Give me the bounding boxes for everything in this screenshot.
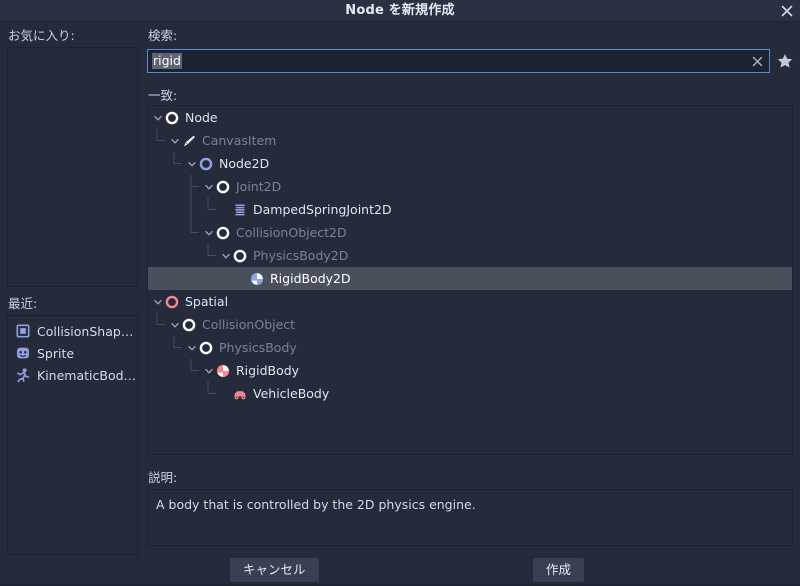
tree-item-label: VehicleBody — [253, 386, 330, 401]
list-item[interactable]: Sprite — [10, 342, 137, 364]
canvasitem-icon — [181, 133, 197, 149]
physicsbody2d-icon — [232, 248, 248, 264]
joint2d-icon — [215, 179, 231, 195]
dampedspringjoint2d-icon — [232, 202, 248, 218]
list-item-label: KinematicBody2D — [37, 367, 137, 383]
chevron-down-icon[interactable] — [203, 221, 215, 244]
tree-item[interactable]: CollisionObject2D — [148, 221, 792, 244]
chevron-down-icon[interactable] — [169, 313, 181, 336]
dialog-titlebar: Node を新規作成 — [0, 0, 800, 22]
list-item[interactable]: CollisionShape2D — [10, 320, 137, 342]
collisionobject-icon — [181, 317, 197, 333]
tree-item[interactable]: PhysicsBody2D — [148, 244, 792, 267]
tree-item-label: RigidBody2D — [270, 271, 351, 286]
description-panel: A body that is controlled by the 2D phys… — [147, 489, 793, 546]
description-label: 説明: — [148, 470, 178, 485]
tree-guide — [148, 267, 792, 290]
list-item-label: CollisionShape2D — [37, 323, 137, 339]
tree-item-label: Node — [185, 110, 218, 125]
tree-item[interactable]: RigidBody — [148, 359, 792, 382]
tree-item-label: PhysicsBody2D — [253, 248, 349, 263]
tree-item-label: Joint2D — [236, 179, 282, 194]
close-icon[interactable] — [778, 2, 796, 20]
list-item-label: Sprite — [37, 345, 75, 361]
recent-label: 最近: — [8, 296, 38, 311]
favorites-panel[interactable] — [7, 47, 138, 287]
chevron-down-icon[interactable] — [152, 106, 164, 129]
collisionshape2d-icon — [15, 323, 31, 339]
list-item[interactable]: KinematicBody2D — [10, 364, 137, 386]
collisionobject2d-icon — [215, 225, 231, 241]
cancel-button[interactable]: キャンセル — [230, 558, 319, 582]
chevron-down-icon[interactable] — [220, 244, 232, 267]
tree-item-label: CollisionObject2D — [236, 225, 347, 240]
star-icon[interactable] — [776, 52, 794, 70]
chevron-down-icon[interactable] — [186, 152, 198, 175]
tree-item[interactable]: Node2D — [148, 152, 792, 175]
spatial-icon — [164, 294, 180, 310]
node-icon — [164, 110, 180, 126]
recent-panel[interactable]: CollisionShape2D Sprite KinematicBody2D — [7, 315, 138, 555]
tree-item[interactable]: VehicleBody — [148, 382, 792, 405]
favorites-label: お気に入り: — [8, 28, 75, 43]
tree-item-label: PhysicsBody — [219, 340, 297, 355]
tree-item-label: Spatial — [185, 294, 229, 309]
tree-item-selected[interactable]: RigidBody2D — [148, 267, 792, 290]
tree-item[interactable]: CollisionObject — [148, 313, 792, 336]
tree-item-label: CollisionObject — [202, 317, 296, 332]
tree-item[interactable]: Spatial — [148, 290, 792, 313]
page-title: Node を新規作成 — [345, 3, 455, 18]
chevron-down-icon[interactable] — [203, 359, 215, 382]
search-label: 検索: — [148, 28, 178, 43]
vehiclebody-icon — [232, 386, 248, 402]
chevron-down-icon[interactable] — [186, 336, 198, 359]
tree-item[interactable]: Joint2D — [148, 175, 792, 198]
create-button[interactable]: 作成 — [533, 558, 585, 582]
matches-label: 一致: — [148, 88, 178, 103]
kinematicbody2d-icon — [15, 367, 31, 383]
tree-item-label: RigidBody — [236, 363, 300, 378]
tree-item-label: CanvasItem — [202, 133, 277, 148]
tree-item-label: Node2D — [219, 156, 270, 171]
search-input[interactable]: rigid — [147, 49, 770, 73]
tree-item[interactable]: Node — [148, 106, 792, 129]
recent-list: CollisionShape2D Sprite KinematicBody2D — [8, 316, 137, 386]
description-text: A body that is controlled by the 2D phys… — [156, 497, 476, 512]
chevron-down-icon[interactable] — [169, 129, 181, 152]
tree-item[interactable]: DampedSpringJoint2D — [148, 198, 792, 221]
clear-icon[interactable] — [750, 54, 765, 69]
search-input-value: rigid — [152, 53, 182, 69]
tree-item-label: DampedSpringJoint2D — [253, 202, 392, 217]
rigidbody2d-icon — [249, 271, 265, 287]
node2d-icon — [198, 156, 214, 172]
sprite-icon — [15, 345, 31, 361]
chevron-down-icon[interactable] — [152, 290, 164, 313]
rigidbody-icon — [215, 363, 231, 379]
tree-item[interactable]: CanvasItem — [148, 129, 792, 152]
tree-item[interactable]: PhysicsBody — [148, 336, 792, 359]
node-type-tree[interactable]: Node CanvasItem Node2D Joint2D DampedSpringJ… — [147, 105, 793, 455]
chevron-down-icon[interactable] — [203, 175, 215, 198]
physicsbody-icon — [198, 340, 214, 356]
